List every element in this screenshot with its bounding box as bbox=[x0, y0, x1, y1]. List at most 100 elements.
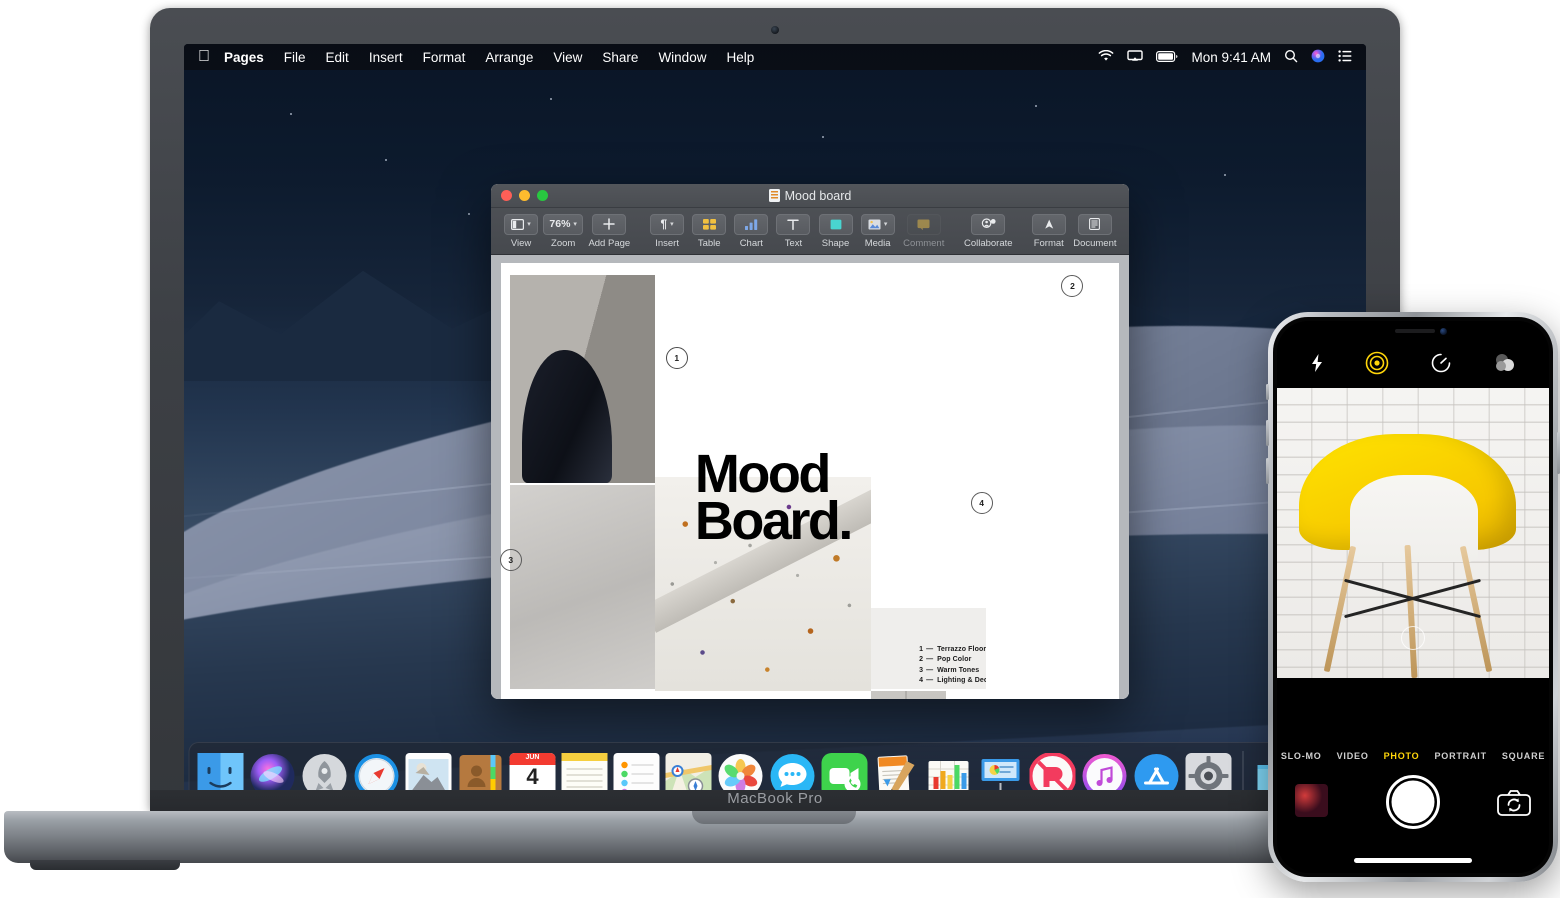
menu-bar-clock[interactable]: Mon 9:41 AM bbox=[1191, 50, 1271, 65]
flash-icon[interactable] bbox=[1310, 353, 1324, 378]
volume-down-button[interactable] bbox=[1266, 458, 1269, 484]
menu-item-pages[interactable]: Pages bbox=[224, 50, 264, 65]
laptop-foot bbox=[30, 860, 180, 870]
menu-item-format[interactable]: Format bbox=[423, 50, 466, 65]
callout-badge-1[interactable]: 1 bbox=[666, 347, 688, 369]
legend-label: Lighting & Decor bbox=[937, 677, 986, 684]
legend-number: 2 bbox=[919, 655, 926, 666]
toolbar-chart[interactable]: Chart bbox=[730, 214, 772, 249]
toolbar-shape[interactable]: Shape bbox=[814, 214, 856, 249]
insert-button[interactable]: ¶ ▾ bbox=[650, 214, 684, 235]
legend-item: 4—Lighting & Decor bbox=[919, 676, 986, 687]
collaborate-button[interactable] bbox=[971, 214, 1005, 235]
add-page-button[interactable] bbox=[592, 214, 626, 235]
wallpaper-star bbox=[468, 213, 470, 215]
menu-item-edit[interactable]: Edit bbox=[326, 50, 349, 65]
toolbar-document-label: Document bbox=[1073, 238, 1116, 249]
pages-document-icon bbox=[769, 189, 780, 202]
wifi-icon[interactable] bbox=[1098, 50, 1114, 65]
document-page[interactable]: 1—Terrazzo Floors 2—Pop Color 3—Warm Ton… bbox=[501, 263, 1119, 699]
toolbar-table-label: Table bbox=[698, 238, 721, 249]
toolbar-add-page[interactable]: Add Page bbox=[584, 214, 634, 249]
camera-top-controls bbox=[1277, 343, 1549, 388]
toolbar-collaborate[interactable]: Collaborate bbox=[961, 214, 1017, 249]
document-canvas[interactable]: 1—Terrazzo Floors 2—Pop Color 3—Warm Ton… bbox=[491, 255, 1129, 699]
menu-bar-status-area: Mon 9:41 AM bbox=[1098, 49, 1352, 66]
camera-mode-selector[interactable]: SLO-MO VIDEO PHOTO PORTRAIT SQUARE bbox=[1277, 747, 1549, 765]
toolbar-view[interactable]: ▾ View bbox=[500, 214, 542, 249]
toolbar-document[interactable]: Document bbox=[1070, 214, 1120, 249]
legend-block: 1—Terrazzo Floors 2—Pop Color 3—Warm Ton… bbox=[871, 608, 986, 689]
toolbar-format[interactable]: Format bbox=[1028, 214, 1070, 249]
table-button[interactable] bbox=[692, 214, 726, 235]
wallpaper-star bbox=[385, 159, 387, 161]
toolbar-media[interactable]: ▾ Media bbox=[857, 214, 899, 249]
earpiece-speaker bbox=[1395, 329, 1435, 333]
live-photo-icon[interactable] bbox=[1365, 351, 1389, 380]
pages-window[interactable]: Mood board ▾ View bbox=[491, 184, 1129, 699]
toolbar-insert[interactable]: ¶ ▾ Insert bbox=[646, 214, 688, 249]
menu-item-help[interactable]: Help bbox=[726, 50, 754, 65]
view-button[interactable]: ▾ bbox=[504, 214, 538, 235]
volume-up-button[interactable] bbox=[1266, 420, 1269, 446]
menu-item-insert[interactable]: Insert bbox=[369, 50, 403, 65]
document-title[interactable]: Mood Board. bbox=[695, 451, 998, 545]
search-icon[interactable] bbox=[1284, 49, 1298, 66]
legend-label: Terrazzo Floors bbox=[937, 646, 986, 653]
callout-badge-4[interactable]: 4 bbox=[971, 492, 993, 514]
comment-button[interactable] bbox=[907, 214, 941, 235]
chart-button[interactable] bbox=[734, 214, 768, 235]
format-button[interactable] bbox=[1032, 214, 1066, 235]
shutter-button-inner bbox=[1392, 781, 1435, 824]
toolbar-collaborate-label: Collaborate bbox=[964, 238, 1013, 249]
callout-badge-3[interactable]: 3 bbox=[500, 549, 522, 571]
media-button[interactable]: ▾ bbox=[861, 214, 895, 235]
macos-desktop:  Pages File Edit Insert Format Arrange … bbox=[184, 44, 1366, 810]
control-center-icon[interactable] bbox=[1338, 50, 1352, 65]
shutter-button[interactable] bbox=[1386, 775, 1440, 829]
chevron-down-icon: ▾ bbox=[884, 220, 888, 228]
menu-item-file[interactable]: File bbox=[284, 50, 306, 65]
ring-silent-switch[interactable] bbox=[1266, 384, 1269, 400]
camera-viewfinder[interactable] bbox=[1277, 388, 1549, 678]
photo-gray-wall[interactable] bbox=[510, 485, 655, 689]
apple-menu-icon[interactable]:  bbox=[198, 49, 210, 65]
table-icon bbox=[703, 219, 716, 230]
shape-button[interactable] bbox=[819, 214, 853, 235]
menu-item-share[interactable]: Share bbox=[602, 50, 638, 65]
home-indicator[interactable] bbox=[1354, 858, 1472, 863]
iphone-screen[interactable]: SLO-MO VIDEO PHOTO PORTRAIT SQUARE bbox=[1277, 321, 1549, 873]
airplay-icon[interactable] bbox=[1127, 50, 1143, 65]
toolbar-comment[interactable]: Comment bbox=[899, 214, 949, 249]
text-icon bbox=[787, 219, 799, 230]
camera-mode-video[interactable]: VIDEO bbox=[1337, 751, 1369, 761]
viewfinder-chair-inner bbox=[1350, 475, 1478, 562]
menu-item-view[interactable]: View bbox=[553, 50, 582, 65]
camera-mode-square[interactable]: SQUARE bbox=[1502, 751, 1545, 761]
flip-camera-icon[interactable] bbox=[1497, 789, 1531, 817]
document-button[interactable] bbox=[1078, 214, 1112, 235]
zoom-button[interactable]: 76% ▾ bbox=[543, 214, 583, 235]
iphone-notch bbox=[1357, 321, 1469, 343]
text-button[interactable] bbox=[776, 214, 810, 235]
toolbar-zoom[interactable]: 76% ▾ Zoom bbox=[542, 214, 584, 249]
window-title: Mood board bbox=[785, 189, 852, 203]
timer-icon[interactable] bbox=[1430, 352, 1452, 379]
camera-mode-slo-mo[interactable]: SLO-MO bbox=[1281, 751, 1322, 761]
menu-item-window[interactable]: Window bbox=[658, 50, 706, 65]
toolbar-text-label: Text bbox=[785, 238, 802, 249]
legend-item: 3—Warm Tones bbox=[919, 666, 986, 677]
last-photo-thumbnail[interactable] bbox=[1295, 784, 1328, 817]
camera-mode-photo[interactable]: PHOTO bbox=[1384, 751, 1420, 761]
photo-dark-chair[interactable] bbox=[510, 275, 655, 483]
window-titlebar[interactable]: Mood board bbox=[491, 184, 1129, 208]
callout-badge-2[interactable]: 2 bbox=[1061, 275, 1083, 297]
menu-item-arrange[interactable]: Arrange bbox=[485, 50, 533, 65]
camera-mode-portrait[interactable]: PORTRAIT bbox=[1434, 751, 1486, 761]
siri-icon[interactable] bbox=[1311, 49, 1325, 66]
filters-icon[interactable] bbox=[1493, 353, 1517, 378]
toolbar-table[interactable]: Table bbox=[688, 214, 730, 249]
photo-concrete-wall[interactable] bbox=[871, 691, 947, 699]
battery-icon[interactable] bbox=[1156, 50, 1178, 65]
toolbar-text[interactable]: Text bbox=[772, 214, 814, 249]
